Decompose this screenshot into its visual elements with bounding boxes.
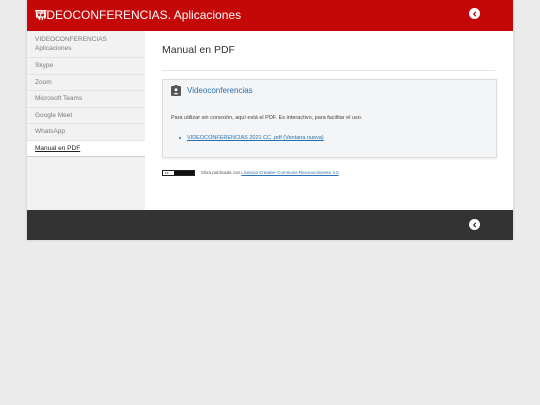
previous-page-button[interactable] — [469, 8, 480, 19]
list-bullet — [179, 137, 181, 139]
site-title[interactable]: VIDEOCONFERENCIAS. Aplicaciones — [35, 8, 241, 23]
app-frame: VIDEOCONFERENCIAS. Aplicaciones VIDEOCON… — [27, 0, 513, 240]
sidebar-item-skype[interactable]: Skype — [27, 58, 145, 75]
footer-bar — [27, 210, 513, 240]
page-title: Manual en PDF — [162, 44, 235, 56]
cc-symbol-icon: cc — [165, 171, 169, 175]
sidebar-item-home[interactable]: VIDEOCONFERENCIAS Aplicaciones — [27, 31, 145, 58]
sidebar-item-whatsapp[interactable]: WhatsApp — [27, 124, 145, 141]
license-link[interactable]: Licencia Creative Commons Reconocimiento… — [241, 170, 338, 175]
pdf-download-link[interactable]: VIDEOCONFERENCIAS 2021 CC .pdf (Ventana … — [187, 135, 324, 141]
sidebar-item-microsoft-teams[interactable]: Microsoft Teams — [27, 91, 145, 108]
header-bar: VIDEOCONFERENCIAS. Aplicaciones — [27, 0, 513, 31]
main-content: Manual en PDF Videoconferencias Para uti… — [145, 31, 513, 210]
title-divider — [162, 70, 495, 71]
chevron-left-icon — [472, 221, 476, 228]
creative-commons-badge[interactable]: cc — [162, 170, 195, 176]
sidebar-item-zoom[interactable]: Zoom — [27, 75, 145, 91]
card-title: Videoconferencias — [187, 86, 253, 95]
card-description: Para utilizar sin conexión, aquí está el… — [171, 115, 363, 121]
sidebar-item-google-meet[interactable]: Google Meet — [27, 108, 145, 124]
info-card: Videoconferencias Para utilizar sin cone… — [162, 79, 497, 158]
sidebar-menu: VIDEOCONFERENCIAS Aplicaciones Skype Zoo… — [27, 31, 145, 210]
chevron-left-icon — [472, 10, 476, 17]
footer-previous-button[interactable] — [469, 219, 480, 230]
license-prefix: Obra publicada con — [201, 170, 241, 175]
assignment-ind-icon — [171, 85, 181, 96]
sidebar-item-manual-pdf[interactable]: Manual en PDF — [27, 140, 145, 157]
